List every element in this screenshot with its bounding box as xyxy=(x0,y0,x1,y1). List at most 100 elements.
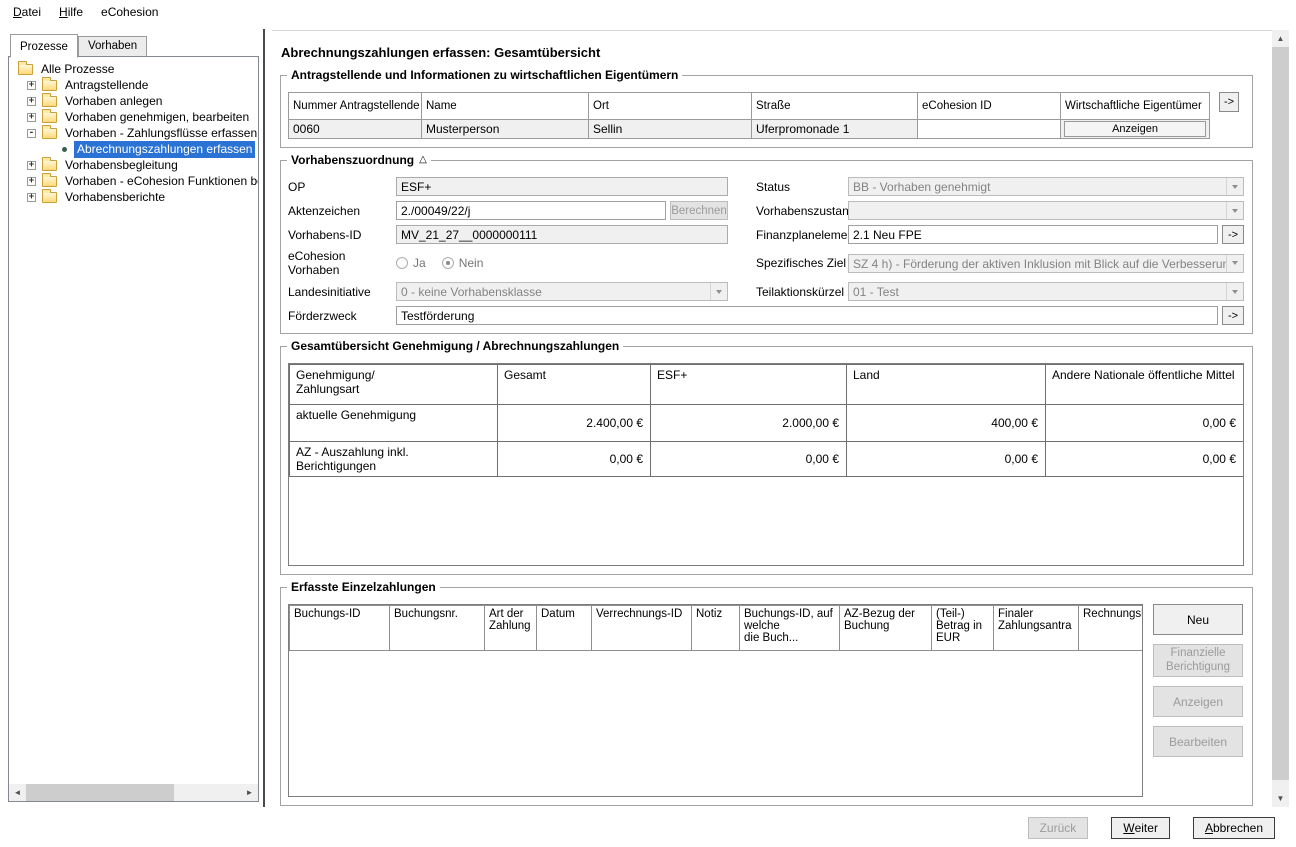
expand-triangle-icon[interactable]: △ xyxy=(419,154,427,165)
tree-item-vorhabensbegleitung[interactable]: + Vorhabensbegleitung xyxy=(13,156,258,174)
applicants-table: Nummer Antragstellende Name Ort Straße e… xyxy=(288,92,1210,139)
folder-icon xyxy=(42,156,57,171)
scroll-right-icon[interactable]: ► xyxy=(241,784,258,801)
anzeigen-button: Anzeigen xyxy=(1153,686,1243,717)
menu-datei[interactable]: Datei xyxy=(4,1,50,23)
column-header: Art der Zahlung xyxy=(484,605,537,651)
expander-plus-icon[interactable]: + xyxy=(27,176,36,186)
landesinitiative-select: 0 - keine Vorhabensklasse xyxy=(396,282,728,301)
column-header: Straße xyxy=(751,92,918,120)
vorhabenszustand-label: Vorhabenszustand xyxy=(756,203,856,218)
tree-item-zahlungsfluesse[interactable]: - Vorhaben - Zahlungsflüsse erfassen xyxy=(13,124,258,142)
tree-item-label-selected[interactable]: Abrechnungszahlungen erfassen xyxy=(74,140,256,158)
folder-icon xyxy=(42,108,57,123)
esf-value: 2.000,00 € xyxy=(650,404,847,442)
column-header: Datum xyxy=(536,605,592,651)
wizard-footer: Zurück Weiter Abbrechen xyxy=(1005,817,1275,839)
process-tree-list: Alle Prozesse + Antragstellende + Vorhab… xyxy=(9,57,258,205)
tree-item-vorhabensberichte[interactable]: + Vorhabensberichte xyxy=(13,188,258,206)
tree-item-label[interactable]: Vorhabensberichte xyxy=(62,189,168,206)
scroll-track xyxy=(26,784,241,801)
app-window: Datei Hilfe eCohesion Prozesse Vorhaben … xyxy=(0,0,1296,847)
teilaktionskuerzel-select: 01 - Test xyxy=(848,282,1244,301)
tree-horizontal-scrollbar[interactable]: ◄ ► xyxy=(9,784,258,801)
expander-plus-icon[interactable]: + xyxy=(27,112,36,122)
tab-prozesse[interactable]: Prozesse xyxy=(10,34,78,58)
folder-icon xyxy=(42,92,57,107)
radio-ja-label: Ja xyxy=(413,256,426,270)
column-header: Buchungsnr. xyxy=(389,605,485,651)
menu-hilfe[interactable]: Hilfe xyxy=(50,1,92,23)
tree-item-antragstellende[interactable]: + Antragstellende xyxy=(13,76,258,94)
foerderzweck-field[interactable] xyxy=(396,306,1218,325)
menu-ecohesion[interactable]: eCohesion xyxy=(92,1,167,23)
expander-plus-icon[interactable]: + xyxy=(27,192,36,202)
tree-item-ecohesion-funktionen[interactable]: + Vorhaben - eCohesion Funktionen bearbe… xyxy=(13,172,258,190)
scroll-down-icon[interactable]: ▼ xyxy=(1272,790,1289,807)
tree-item-label[interactable]: Vorhaben anlegen xyxy=(62,93,165,110)
foerderzweck-label: Förderzweck xyxy=(288,308,357,323)
neu-button[interactable]: Neu xyxy=(1153,604,1243,635)
page-title: Abrechnungszahlungen erfassen: Gesamtübe… xyxy=(281,45,601,60)
groupbox-title: Erfasste Einzelzahlungen xyxy=(287,580,440,594)
folder-icon xyxy=(42,172,57,187)
main-vertical-scrollbar[interactable]: ▲ ▼ xyxy=(1272,30,1289,807)
scroll-left-icon[interactable]: ◄ xyxy=(9,784,26,801)
applicant-row[interactable]: 0060 Musterperson Sellin Uferpromonade 1… xyxy=(288,119,1210,139)
radio-ja xyxy=(396,257,408,269)
finanzplanelement-field[interactable] xyxy=(848,225,1218,244)
column-header: Land xyxy=(846,364,1046,405)
tree-item-abrechnungszahlungen[interactable]: Abrechnungszahlungen erfassen xyxy=(13,140,258,158)
table-row[interactable]: AZ - Auszahlung inkl. Berichtigungen 0,0… xyxy=(289,441,1243,477)
column-header: Gesamt xyxy=(497,364,651,405)
zurueck-button: Zurück xyxy=(1027,817,1089,839)
scroll-up-icon[interactable]: ▲ xyxy=(1272,30,1289,47)
status-select-value: BB - Vorhaben genehmigt xyxy=(853,180,991,194)
applicants-goto-button[interactable]: -> xyxy=(1219,92,1239,112)
einzelzahlungen-table: Buchungs-ID Buchungsnr. Art der Zahlung … xyxy=(289,605,1142,651)
vorhabenszustand-select-value xyxy=(849,202,1226,219)
status-label: Status xyxy=(756,179,791,194)
expander-plus-icon[interactable]: + xyxy=(27,80,36,90)
applicant-ecohesion-id xyxy=(917,119,1061,139)
tree-item-label[interactable]: Vorhabensbegleitung xyxy=(62,157,181,174)
applicants-groupbox: Antragstellende und Informationen zu wir… xyxy=(280,68,1253,148)
vorhabens-id-field xyxy=(396,225,728,244)
weiter-button[interactable]: Weiter xyxy=(1111,817,1170,839)
op-field xyxy=(396,177,728,196)
expander-plus-icon[interactable]: + xyxy=(27,160,36,170)
tree-item-label[interactable]: Vorhaben - Zahlungsflüsse erfassen xyxy=(62,125,258,142)
tree-item-alle-prozesse[interactable]: Alle Prozesse xyxy=(13,60,258,78)
expander-plus-icon[interactable]: + xyxy=(27,96,36,106)
tree-item-label[interactable]: Vorhaben genehmigen, bearbeiten xyxy=(62,109,252,126)
tree-item-vorhaben-anlegen[interactable]: + Vorhaben anlegen xyxy=(13,92,258,110)
anzeigen-eigentuemer-button[interactable]: Anzeigen xyxy=(1064,121,1206,137)
abbrechen-button[interactable]: Abbrechen xyxy=(1192,817,1275,839)
spezifisches-ziel-label: Spezifisches Ziel xyxy=(756,256,847,270)
scroll-thumb[interactable] xyxy=(26,784,174,801)
tree-item-label[interactable]: Alle Prozesse xyxy=(38,61,117,78)
applicants-header-row: Nummer Antragstellende Name Ort Straße e… xyxy=(288,92,1210,120)
ecohesion-vorhaben-label: eCohesion Vorhaben xyxy=(288,249,346,277)
panel-splitter[interactable] xyxy=(263,29,265,807)
teilaktionskuerzel-select-value: 01 - Test xyxy=(853,285,899,299)
folder-icon xyxy=(42,188,57,203)
finanzplanelement-label: Finanzplanelement xyxy=(756,227,858,242)
bearbeiten-button: Bearbeiten xyxy=(1153,726,1243,757)
aktenzeichen-field[interactable] xyxy=(396,201,666,220)
column-header: Notiz xyxy=(691,605,740,651)
tree-item-label[interactable]: Vorhaben - eCohesion Funktionen bearbeit xyxy=(62,173,258,190)
tree-item-label[interactable]: Antragstellende xyxy=(62,77,151,94)
column-header: ESF+ xyxy=(650,364,847,405)
tab-vorhaben[interactable]: Vorhaben xyxy=(77,36,148,56)
foerderzweck-goto-button[interactable]: -> xyxy=(1222,306,1244,325)
expander-minus-icon[interactable]: - xyxy=(27,128,36,138)
tree-item-vorhaben-genehmigen[interactable]: + Vorhaben genehmigen, bearbeiten xyxy=(13,108,258,126)
finanzielle-berichtigung-button: Finanzielle Berichtigung xyxy=(1153,644,1243,677)
leaf-bullet-icon xyxy=(62,146,67,152)
gesamtuebersicht-table: Genehmigung/ Zahlungsart Gesamt ESF+ Lan… xyxy=(289,364,1243,477)
table-row[interactable]: aktuelle Genehmigung 2.400,00 € 2.000,00… xyxy=(289,404,1243,442)
finanzplanelement-goto-button[interactable]: -> xyxy=(1222,225,1244,244)
scroll-thumb[interactable] xyxy=(1272,47,1289,780)
chevron-down-icon xyxy=(1226,283,1243,300)
